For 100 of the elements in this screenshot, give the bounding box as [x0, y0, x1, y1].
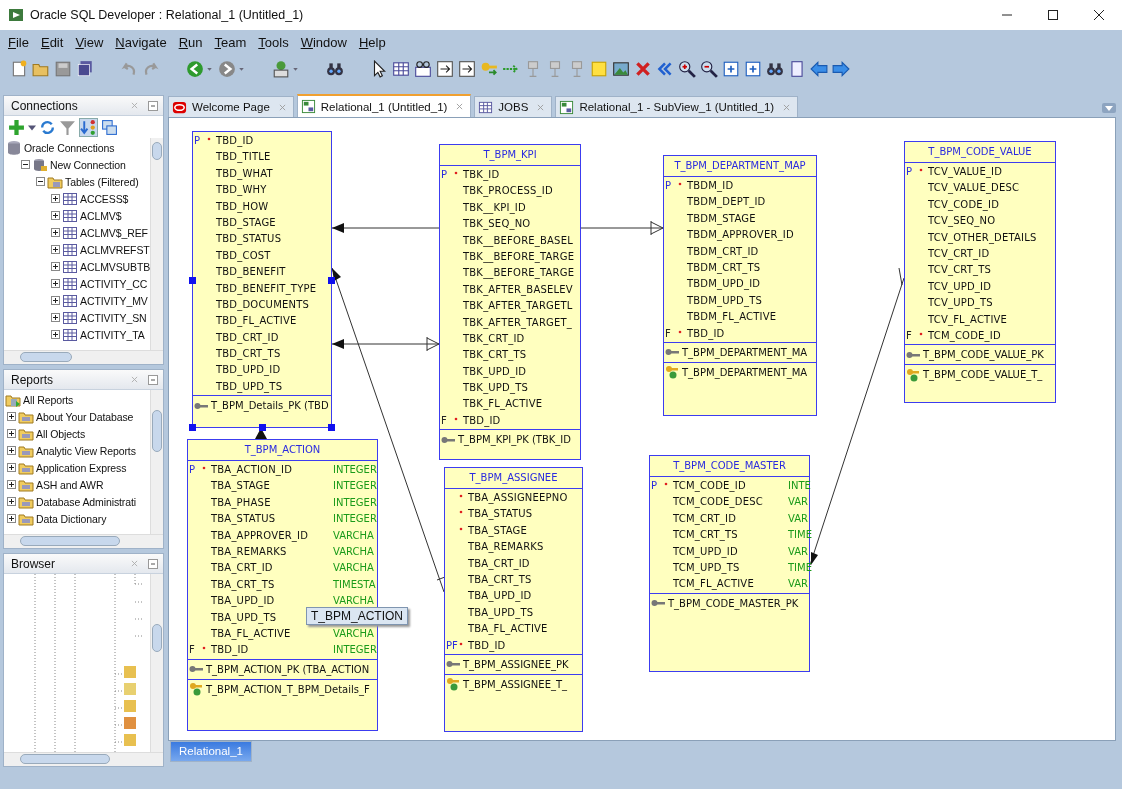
expand-toggle[interactable] — [7, 463, 16, 472]
tree-item[interactable]: ACLMVSUBTB — [80, 260, 151, 273]
column-name: TBK__KPI_ID — [463, 200, 526, 216]
refresh-icon[interactable] — [39, 118, 56, 136]
minimize-icon[interactable] — [148, 100, 158, 111]
menu-item[interactable]: Team — [208, 34, 253, 50]
minimize-icon[interactable] — [148, 374, 158, 385]
page-icon[interactable] — [788, 60, 806, 78]
expand-toggle[interactable] — [51, 228, 60, 237]
tree-item[interactable]: Data Dictionary — [36, 512, 107, 525]
tree-item[interactable]: Analytic View Reports — [36, 444, 136, 457]
merge-icon[interactable] — [458, 60, 476, 78]
tree-item[interactable]: Oracle Connections — [24, 141, 115, 154]
expand-toggle[interactable] — [51, 211, 60, 220]
zoom-in-icon[interactable] — [678, 60, 696, 78]
menu-item[interactable]: Window — [294, 34, 353, 50]
menu-item[interactable]: Navigate — [109, 34, 173, 50]
table-icon[interactable] — [392, 60, 410, 78]
tree-item[interactable]: Tables (Filtered) — [65, 175, 139, 188]
menu-item[interactable]: Help — [352, 34, 392, 50]
forward-icon[interactable] — [218, 60, 236, 78]
right-arrow-icon[interactable] — [832, 60, 850, 78]
tree-item[interactable]: ACLMVREFST — [80, 243, 150, 256]
minimize-icon[interactable] — [148, 558, 158, 569]
entity-box[interactable]: P TBD_ID TBD_TITLE TBD_WHAT TBD_WHY TBD_HOW TBD_STAGE TBD_STATUS TBD_COST TBD_BENEFIT TBD_BENEFIT_TYPE TBD_DOCUMENTS TBD_FL_ACTIVE TBD_CRT_ID TBD_CRT_TS TBD_UPD_ID TBD_UPD_TS T_BPM_Details_PK (TBD — [192, 131, 332, 428]
binoculars-icon[interactable] — [326, 60, 344, 78]
windows-icon[interactable] — [101, 118, 118, 136]
editor-tab[interactable]: Relational_1 - SubView_1 (Untitled_1) — [555, 96, 799, 117]
expand-toggle[interactable] — [51, 279, 60, 288]
tree-item[interactable]: ACTIVITY_SN — [80, 311, 147, 324]
tree-item[interactable]: ACLMV$_REF — [80, 226, 148, 239]
entity-box[interactable]: T_BPM_CODE_VALUE P TCV_VALUE_ID TCV_VALUE_DESC TCV_CODE_ID TCV_SEQ_NO TCV_OTHER_DETAILS TCV_CRT_ID TCV_CRT_TS TCV_UPD_ID TCV_UPD_TS TCV_FL_ACTIVE F TCM_CODE_ID T_BPM_CODE_VALUE_PK T_BPM_CODE_VALUE_T_ — [904, 141, 1056, 403]
split-icon[interactable] — [436, 60, 454, 78]
new-file-icon[interactable] — [10, 60, 28, 78]
menu-item[interactable]: View — [69, 34, 110, 50]
tree-item[interactable]: Application Express — [36, 461, 127, 474]
selection-handle[interactable] — [189, 276, 196, 284]
close-icon[interactable] — [456, 103, 464, 110]
selection-handle[interactable] — [189, 424, 196, 431]
column-name: TBA_UPD_ID — [211, 594, 275, 609]
left-arrow-icon[interactable] — [810, 60, 828, 78]
tree-item[interactable]: New Connection — [50, 158, 126, 171]
menu-item[interactable]: Tools — [252, 34, 295, 50]
tree-item[interactable]: All Reports — [23, 393, 74, 406]
expand-icon[interactable] — [744, 60, 762, 78]
expand-toggle[interactable] — [7, 480, 16, 489]
tree-item[interactable]: ACTIVITY_MV — [80, 294, 148, 307]
menu-item[interactable]: Run — [172, 34, 209, 50]
scrollbar[interactable] — [150, 390, 163, 534]
add-icon[interactable] — [8, 118, 25, 136]
tree-item[interactable]: ACCESS$ — [80, 192, 129, 205]
selection-handle[interactable] — [328, 276, 335, 284]
editor-tab[interactable]: JOBS — [474, 96, 553, 117]
expand-toggle[interactable] — [7, 514, 16, 523]
scrollbar[interactable] — [150, 138, 163, 350]
expand-toggle[interactable] — [51, 313, 60, 322]
expand-toggle[interactable] — [51, 330, 60, 339]
tree-item[interactable]: All Objects — [36, 427, 86, 440]
expand-toggle[interactable] — [7, 497, 16, 506]
editor-tab[interactable]: Welcome Page — [168, 96, 294, 117]
editor-tab[interactable]: Relational_1 (Untitled_1) — [296, 94, 472, 117]
expand-toggle[interactable] — [51, 262, 60, 271]
tab-list-icon[interactable] — [1102, 103, 1116, 113]
save-icon[interactable] — [54, 60, 72, 78]
expand-toggle[interactable] — [21, 160, 30, 169]
menu-item[interactable]: Edit — [34, 34, 70, 50]
scrollbar[interactable] — [4, 350, 163, 364]
entity-box[interactable] — [439, 144, 581, 460]
filter-icon[interactable] — [59, 118, 76, 136]
view-icon[interactable] — [414, 60, 432, 78]
selection-handle[interactable] — [259, 424, 266, 431]
scrollbar[interactable] — [4, 534, 163, 548]
expand-toggle[interactable] — [7, 412, 16, 421]
binoculars-icon[interactable] — [766, 60, 784, 78]
expand-toggle[interactable] — [7, 446, 16, 455]
expand-toggle[interactable] — [51, 296, 60, 305]
schema-icon[interactable] — [79, 117, 98, 137]
delete-icon[interactable] — [634, 60, 652, 78]
scrollbar[interactable] — [150, 574, 163, 752]
tree-item[interactable]: Database Administrati — [36, 495, 137, 508]
entity-box[interactable]: T_BPM_ASSIGNEE TBA_ASSIGNEEPNO TBA_STATUS TBA_STAGE TBA_REMARKS TBA_CRT_ID TBA_CRT_TS TBA_UPD_ID TBA_UPD_TS TBA_FL_ACTIVE PF TBD_ID T_BPM_ASSIGNEE_PK T_BPM_ASSIGNEE_T_ — [444, 467, 583, 732]
expand-toggle[interactable] — [51, 194, 60, 203]
image-icon[interactable] — [612, 60, 630, 78]
tree-item[interactable]: ASH and AWR — [36, 478, 104, 491]
expand-toggle[interactable] — [7, 429, 16, 438]
tree-item[interactable]: ACTIVITY_CC — [80, 277, 148, 290]
back-icon[interactable] — [186, 60, 204, 78]
scrollbar[interactable] — [4, 752, 163, 766]
zoom-out-icon[interactable] — [700, 60, 718, 78]
menu-item[interactable]: File — [2, 34, 35, 50]
tree-item[interactable]: ACLMV$ — [80, 209, 122, 222]
save-all-icon[interactable] — [76, 60, 94, 78]
expand-toggle[interactable] — [51, 245, 60, 254]
expand-toggle[interactable] — [36, 177, 45, 186]
selection-handle[interactable] — [328, 424, 335, 431]
tree-item[interactable]: About Your Database — [36, 410, 134, 423]
tree-item[interactable]: ACTIVITY_TA — [80, 328, 145, 341]
sql-worksheet-icon[interactable] — [272, 60, 290, 78]
fit-icon[interactable] — [722, 60, 740, 78]
entity-box[interactable]: T_BPM_DEPARTMENT_MAP P TBDM_ID TBDM_DEPT_ID TBDM_STAGE TBDM_APPROVER_ID TBDM_CRT_ID TBDM_CRT_TS TBDM_UPD_ID TBDM_UPD_TS TBDM_FL_ACTIVE F TBD_ID T_BPM_DEPARTMENT_MA T_BPM_DEPARTMENT_MA — [663, 155, 817, 416]
